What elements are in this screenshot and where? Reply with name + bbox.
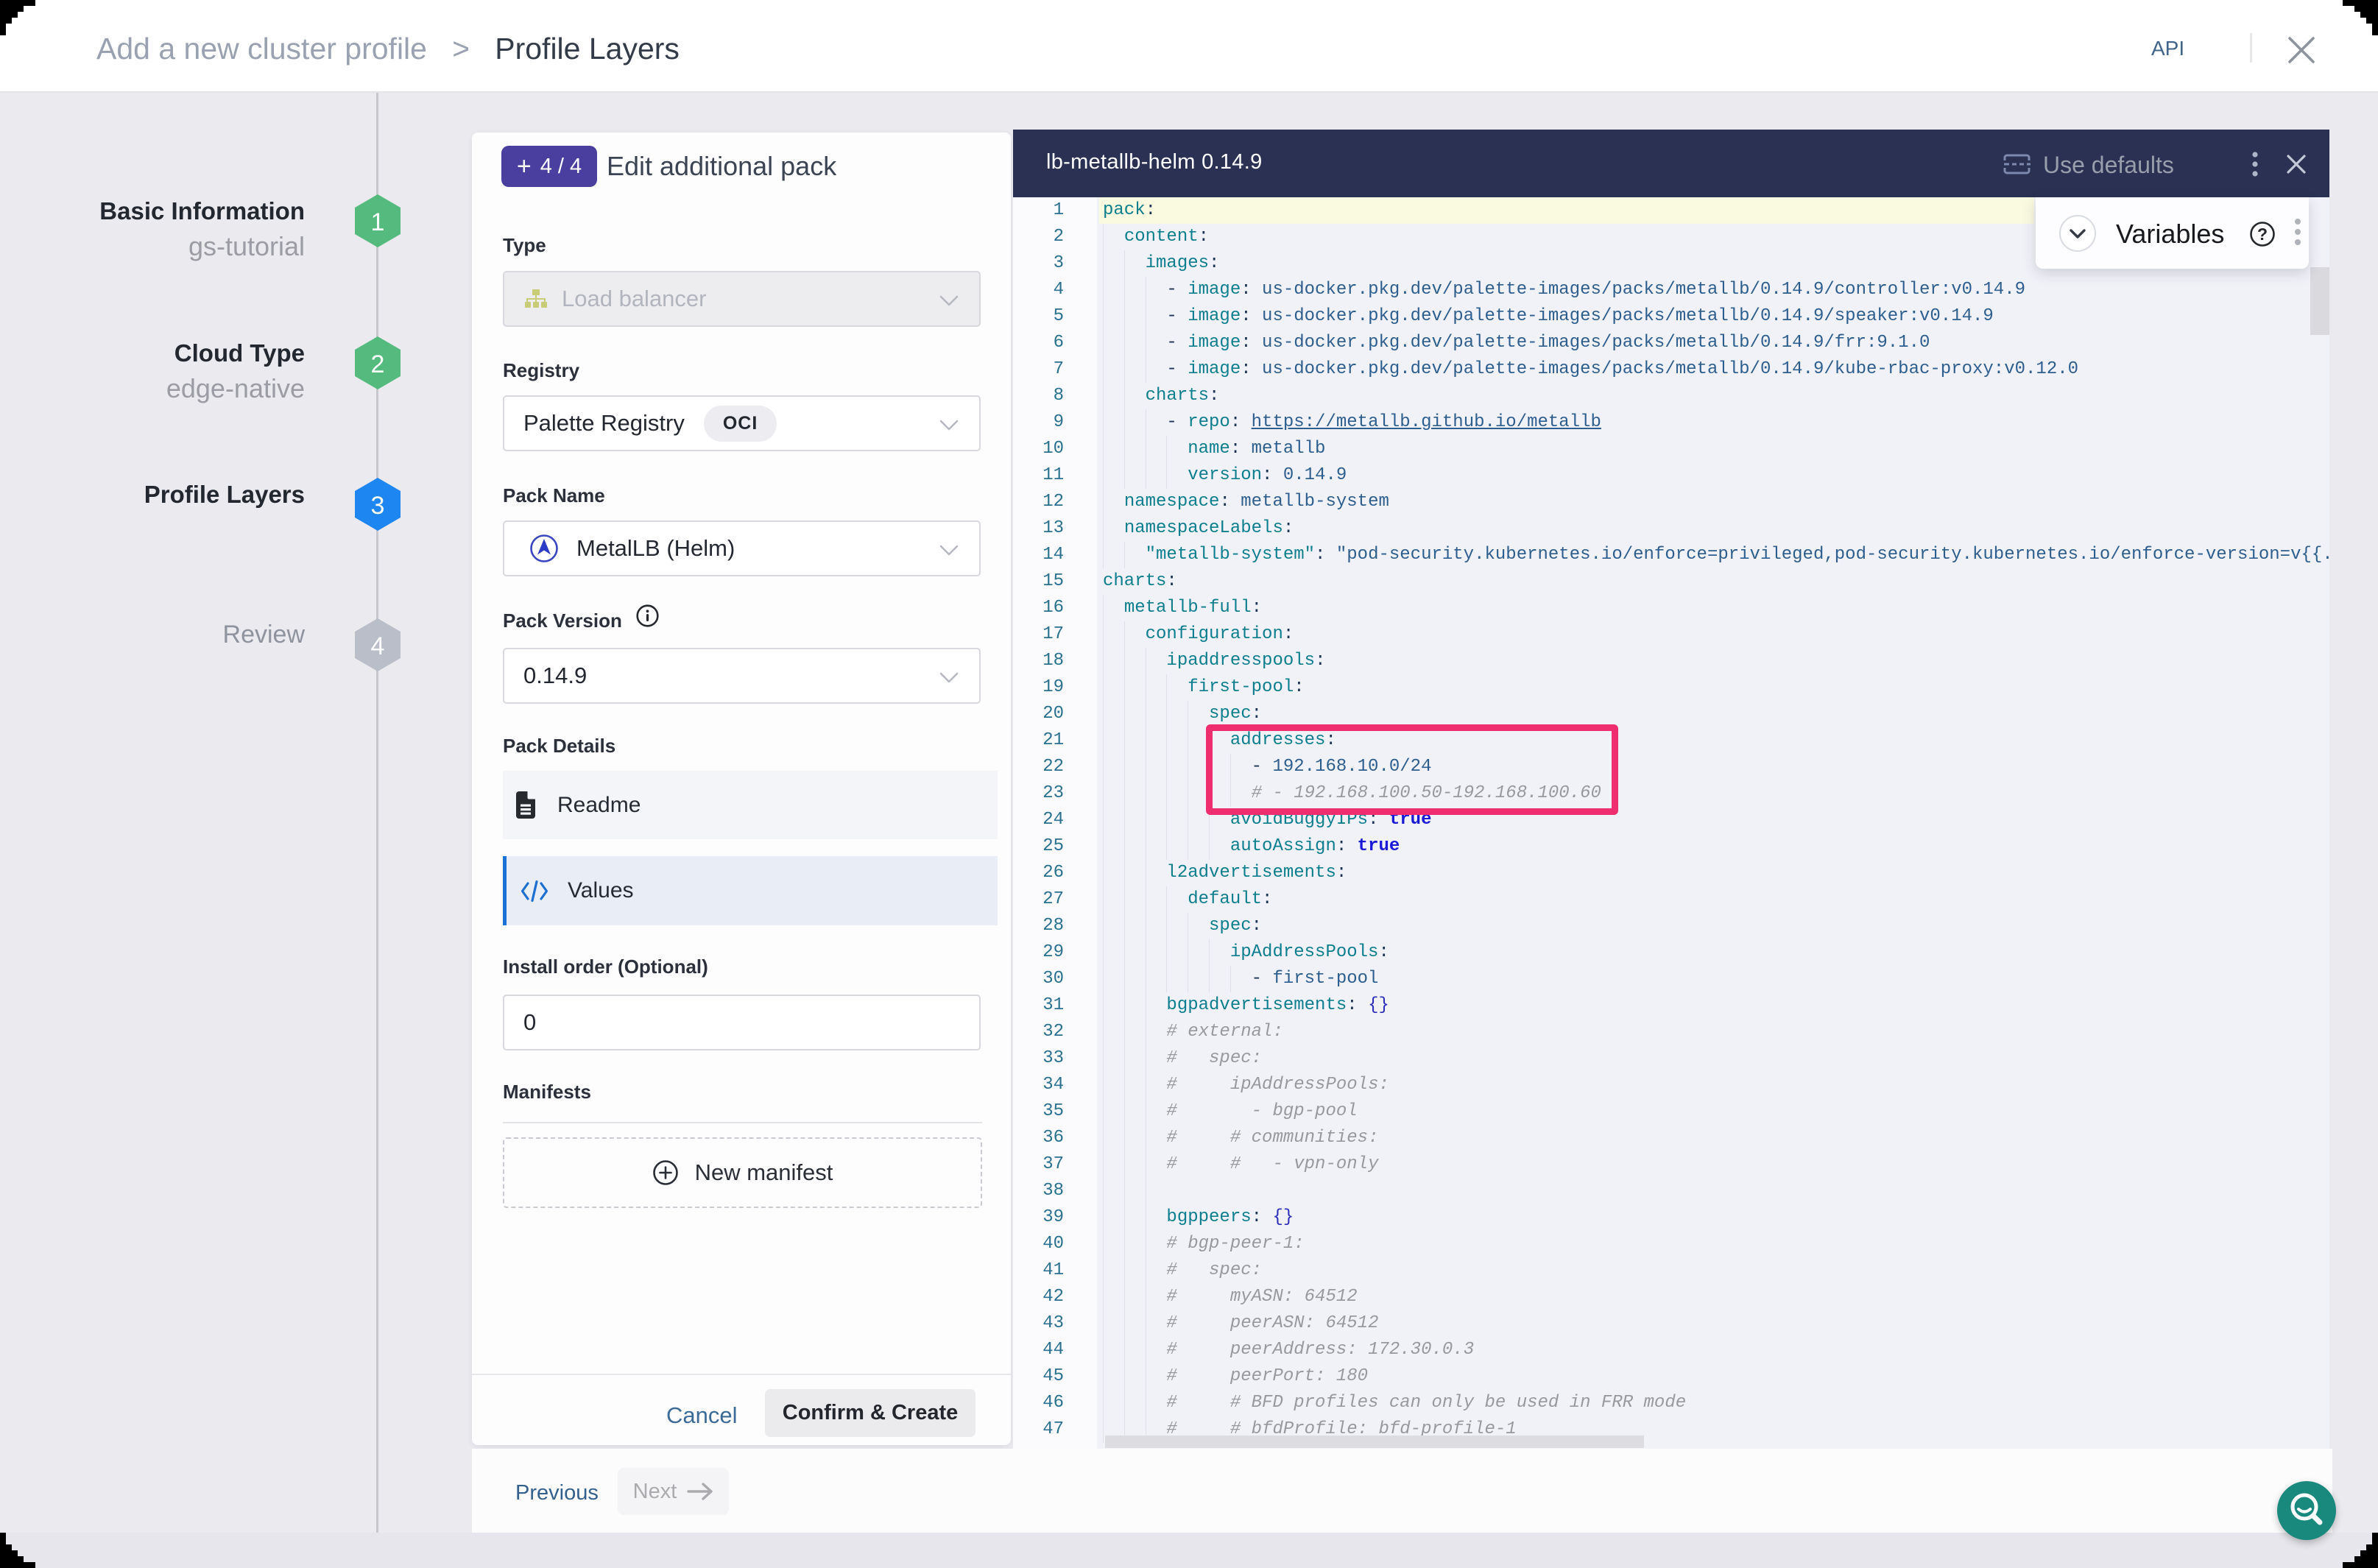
svg-text:2: 2	[371, 350, 385, 378]
svg-text:1: 1	[371, 208, 385, 236]
svg-text:3: 3	[371, 492, 385, 520]
svg-text:?: ?	[2257, 225, 2268, 244]
svg-text:4: 4	[371, 632, 385, 660]
